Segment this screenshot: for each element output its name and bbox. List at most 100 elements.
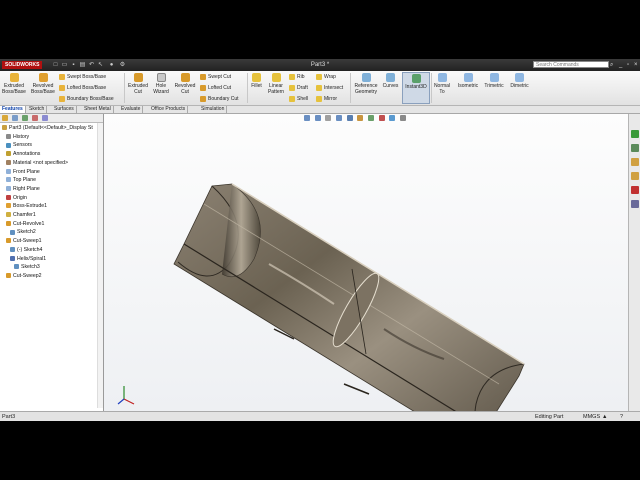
dimxpert-icon[interactable] — [32, 115, 38, 121]
tree-scrollbar[interactable] — [97, 123, 103, 408]
search-commands-input[interactable]: Search Commands — [533, 61, 609, 68]
custom-properties-icon[interactable] — [631, 200, 639, 208]
tree-item[interactable]: Origin — [6, 194, 27, 202]
tree-item-label: Boss-Extrude1 — [13, 203, 48, 210]
solidworks-resources-icon[interactable] — [631, 130, 639, 138]
rebuild-icon[interactable]: ● — [108, 61, 115, 69]
wrap-button[interactable]: Wrap — [316, 72, 336, 82]
reference-geometry-button[interactable]: Reference Geometry — [352, 73, 380, 95]
new-document-icon[interactable]: □ — [52, 61, 59, 69]
solidworks-window: SOLIDWORKS □ ▭ ▪ ▤ ↶ ↖ ● ⚙ Part3 * Searc… — [0, 59, 640, 421]
design-library-icon[interactable] — [631, 144, 639, 152]
tree-item[interactable]: Chamfer1 — [6, 211, 36, 219]
units-selector[interactable]: MMGS — [583, 412, 600, 421]
minimize-button[interactable]: _ — [619, 60, 622, 70]
tab-sketch[interactable]: Sketch — [27, 106, 48, 113]
hole-wizard-button[interactable]: Hole Wizard — [151, 73, 171, 95]
boundary-cut-button[interactable]: Boundary Cut — [200, 94, 239, 104]
tree-item[interactable]: (-) Sketch4 — [10, 246, 42, 254]
extruded-boss-button[interactable]: Extruded Boss/Base — [1, 73, 27, 95]
status-document-name: Part3 — [2, 414, 16, 420]
configuration-manager-icon[interactable] — [22, 115, 28, 121]
tree-item-label: Cut-Revolve1 — [13, 220, 45, 227]
revolved-cut-icon — [180, 73, 190, 82]
tree-item[interactable]: Sensors — [6, 141, 32, 149]
normal-to-button[interactable]: Normal To — [432, 73, 452, 95]
tree-item[interactable]: Material <not specified> — [6, 159, 68, 167]
tree-item-label: Sensors — [13, 142, 33, 149]
tree-item[interactable]: Cut-Sweep1 — [6, 237, 42, 245]
tree-item[interactable]: Part3 (Default<<Default>_Display St — [2, 124, 93, 132]
property-manager-icon[interactable] — [12, 115, 18, 121]
select-icon[interactable]: ↖ — [97, 61, 104, 69]
options-icon[interactable]: ⚙ — [119, 61, 126, 69]
extruded-cut-button[interactable]: Extruded Cut — [126, 73, 150, 95]
part-model-view[interactable] — [104, 114, 628, 411]
feature-tree-icon[interactable] — [2, 115, 8, 121]
appearances-icon[interactable] — [631, 186, 639, 194]
status-bar: Part3 Editing Part MMGS ▲ ? — [0, 411, 640, 421]
isometric-icon — [463, 73, 473, 82]
hole-wizard-icon — [156, 73, 166, 82]
intersect-button[interactable]: Intersect — [316, 83, 343, 93]
search-folder-icon[interactable] — [631, 172, 639, 180]
lofted-boss-button[interactable]: Lofted Boss/Base — [59, 83, 106, 93]
extruded-cut-icon — [133, 73, 143, 82]
file-explorer-icon[interactable] — [631, 158, 639, 166]
tree-item[interactable]: Right Plane — [6, 185, 40, 193]
close-button[interactable]: × — [634, 60, 638, 70]
tab-sheet-metal[interactable]: Sheet Metal — [82, 106, 114, 113]
revolved-boss-button[interactable]: Revolved Boss/Base — [29, 73, 57, 95]
undo-icon[interactable]: ↶ — [88, 61, 95, 69]
linear-pattern-button[interactable]: Linear Pattern — [265, 73, 287, 95]
tab-office-products[interactable]: Office Products — [149, 106, 189, 113]
swept-cut-button[interactable]: Swept Cut — [200, 72, 231, 82]
dimetric-button[interactable]: Dimetric — [507, 73, 532, 89]
tab-evaluate[interactable]: Evaluate — [119, 106, 144, 113]
restore-button[interactable]: ▫ — [627, 60, 629, 70]
help-icon[interactable]: ? — [620, 412, 623, 421]
units-dropdown-icon[interactable]: ▲ — [602, 412, 607, 421]
rib-button[interactable]: Rib — [289, 72, 305, 82]
tab-surfaces[interactable]: Surfaces — [52, 106, 77, 113]
tree-item[interactable]: History — [6, 133, 29, 141]
search-icon[interactable]: ⌕ — [610, 61, 613, 69]
task-pane — [628, 114, 640, 411]
tree-item[interactable]: Annotations — [6, 150, 40, 158]
tree-item-label: Annotations — [13, 151, 41, 158]
tree-item[interactable]: Sketch2 — [10, 228, 36, 236]
tab-features[interactable]: Features — [0, 106, 26, 113]
display-manager-icon[interactable] — [42, 115, 48, 121]
wrap-icon — [316, 73, 322, 80]
instant3d-button[interactable]: Instant3D — [402, 72, 430, 104]
swept-boss-button[interactable]: Swept Boss/Base — [59, 72, 106, 82]
tab-simulation[interactable]: Simulation — [199, 106, 228, 113]
tree-item-label: Front Plane — [13, 168, 40, 175]
lofted-cut-button[interactable]: Lofted Cut — [200, 83, 231, 93]
trimetric-button[interactable]: Trimetric — [481, 73, 507, 89]
tree-item[interactable]: Cut-Sweep2 — [6, 272, 42, 280]
tree-item[interactable]: Cut-Revolve1 — [6, 220, 44, 228]
tree-item-label: Cut-Sweep1 — [13, 238, 42, 245]
trimetric-icon — [489, 73, 499, 82]
tree-item[interactable]: Boss-Extrude1 — [6, 202, 47, 210]
print-icon[interactable]: ▤ — [79, 61, 86, 69]
mirror-button[interactable]: Mirror — [316, 94, 337, 104]
tree-item[interactable]: Helix/Spiral1 — [10, 255, 46, 263]
lofted-cut-icon — [200, 84, 206, 91]
shell-button[interactable]: Shell — [289, 94, 308, 104]
history-icon — [6, 133, 11, 139]
boundary-boss-button[interactable]: Boundary Boss/Base — [59, 94, 114, 104]
revolved-cut-button[interactable]: Revolved Cut — [172, 73, 198, 95]
open-icon[interactable]: ▭ — [61, 61, 68, 69]
graphics-area[interactable] — [104, 114, 628, 411]
tree-item[interactable]: Front Plane — [6, 168, 40, 176]
chamfer-icon — [6, 212, 11, 218]
save-icon[interactable]: ▪ — [70, 61, 77, 69]
draft-button[interactable]: Draft — [289, 83, 308, 93]
tree-item[interactable]: Sketch3 — [14, 263, 40, 271]
fillet-button[interactable]: Fillet — [248, 73, 265, 89]
tree-item[interactable]: Top Plane — [6, 176, 36, 184]
curves-button[interactable]: Curves — [381, 73, 400, 89]
isometric-button[interactable]: Isometric — [455, 73, 481, 89]
